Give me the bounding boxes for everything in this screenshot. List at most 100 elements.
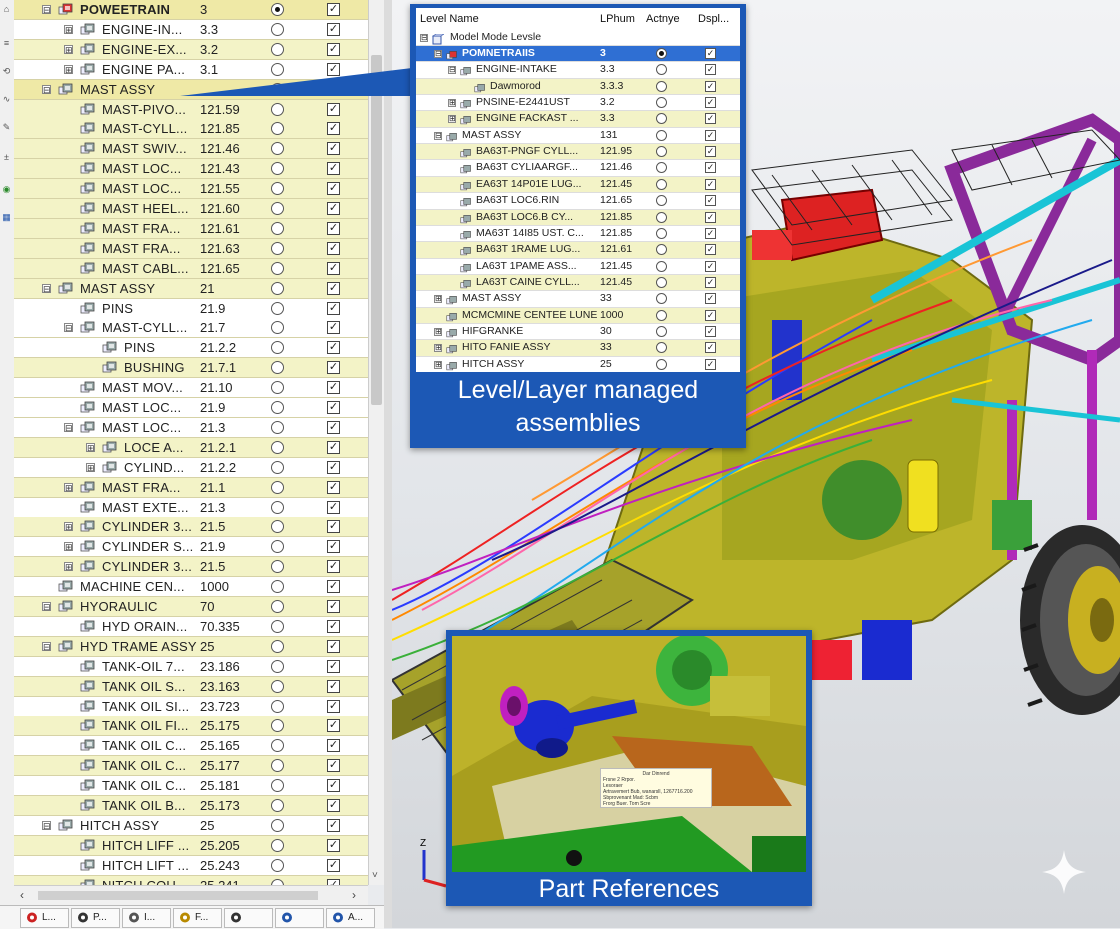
active-radio[interactable] bbox=[656, 146, 667, 158]
active-radio[interactable] bbox=[656, 342, 667, 354]
display-checkbox[interactable]: ✓ bbox=[705, 276, 716, 288]
active-radio[interactable] bbox=[656, 325, 667, 337]
part-tooltip: Dar Dinrend Frsne 2 Rrpor. Lesoraer Artr… bbox=[600, 768, 712, 808]
part-icon bbox=[446, 130, 458, 141]
active-radio[interactable] bbox=[656, 129, 667, 141]
part-icon bbox=[460, 146, 472, 158]
column-header-display[interactable]: Dspl... bbox=[698, 8, 729, 30]
display-checkbox[interactable]: ✓ bbox=[705, 146, 716, 158]
table-row[interactable]: ⊟ ENGINE-INTAKE 3.3 ✓ bbox=[416, 62, 740, 79]
active-radio[interactable] bbox=[656, 64, 667, 76]
active-radio[interactable] bbox=[656, 244, 667, 256]
active-radio[interactable] bbox=[656, 358, 667, 370]
table-row[interactable]: ⊞ MAST ASSY 33 ✓ bbox=[416, 291, 740, 308]
active-radio[interactable] bbox=[656, 309, 667, 321]
display-checkbox[interactable]: ✓ bbox=[705, 211, 716, 223]
part-icon bbox=[460, 179, 472, 190]
collapse-icon[interactable]: ⊟ bbox=[448, 66, 456, 75]
display-checkbox[interactable]: ✓ bbox=[705, 342, 716, 354]
display-checkbox[interactable]: ✓ bbox=[705, 358, 716, 370]
table-row[interactable]: ⊞ ENGINE FACKAST ... 3.3 ✓ bbox=[416, 111, 740, 128]
level-name: ENGINE-INTAKE bbox=[476, 63, 557, 76]
expand-icon[interactable]: ⊞ bbox=[434, 327, 442, 336]
column-header-name[interactable]: Level Name bbox=[420, 8, 479, 30]
level-name: BA63T 1RAME LUG... bbox=[476, 243, 581, 256]
table-row[interactable]: ⊞ PNSINE-E2441UST 3.2 ✓ bbox=[416, 95, 740, 112]
level-name: BA63T CYLIAARGF... bbox=[476, 161, 578, 174]
table-row[interactable]: ⊞ HIFGRANKE 30 ✓ bbox=[416, 323, 740, 341]
table-root-row[interactable]: ⊟ Model Mode Levsle bbox=[416, 30, 740, 47]
table-row[interactable]: LA63T 1PAME ASS... 121.45 ✓ bbox=[416, 258, 740, 275]
level-name: BA63T LOC6.B CY... bbox=[476, 210, 574, 223]
part-icon bbox=[460, 228, 472, 240]
display-checkbox[interactable]: ✓ bbox=[705, 195, 716, 207]
active-radio[interactable] bbox=[656, 80, 667, 92]
expand-icon[interactable]: ⊞ bbox=[434, 295, 442, 304]
collapse-icon[interactable]: ⊟ bbox=[434, 50, 442, 58]
display-checkbox[interactable]: ✓ bbox=[705, 325, 716, 337]
table-row[interactable]: BA63T 1RAME LUG... 121.61 ✓ bbox=[416, 242, 740, 259]
table-row[interactable]: ⊟ MAST ASSY 131 ✓ bbox=[416, 127, 740, 145]
part-icon bbox=[460, 261, 472, 272]
level-number: 3.3 bbox=[600, 112, 615, 125]
table-row[interactable]: LA63T CAINE CYLL... 121.45 ✓ bbox=[416, 274, 740, 292]
level-name: LA63T 1PAME ASS... bbox=[476, 259, 577, 272]
active-radio[interactable] bbox=[656, 195, 667, 207]
display-checkbox[interactable]: ✓ bbox=[705, 162, 716, 174]
active-radio[interactable] bbox=[656, 276, 667, 288]
active-radio[interactable] bbox=[656, 113, 667, 125]
active-radio[interactable] bbox=[656, 97, 667, 109]
display-checkbox[interactable]: ✓ bbox=[705, 260, 716, 272]
part-icon bbox=[460, 113, 472, 125]
active-radio[interactable] bbox=[656, 293, 667, 305]
expand-icon[interactable]: ⊞ bbox=[434, 344, 442, 353]
table-root-label: Model Mode Levsle bbox=[450, 31, 542, 43]
display-checkbox[interactable]: ✓ bbox=[705, 129, 716, 141]
level-number: 33 bbox=[600, 292, 612, 305]
level-number: 30 bbox=[600, 324, 612, 337]
active-radio[interactable] bbox=[656, 260, 667, 272]
expand-icon[interactable]: ⊞ bbox=[434, 360, 442, 369]
part-icon bbox=[460, 97, 472, 109]
collapse-icon[interactable]: ⊟ bbox=[420, 34, 428, 42]
display-checkbox[interactable]: ✓ bbox=[705, 244, 716, 256]
display-checkbox[interactable]: ✓ bbox=[705, 113, 716, 125]
table-row[interactable]: MA63T 14I85 UST. C... 121.85 ✓ bbox=[416, 225, 740, 243]
table-row[interactable]: ⊞ HITO FANIE ASSY 33 ✓ bbox=[416, 340, 740, 357]
part-references-caption: Part References bbox=[538, 875, 720, 903]
table-row[interactable]: BA63T LOC6.B CY... 121.85 ✓ bbox=[416, 209, 740, 226]
display-checkbox[interactable]: ✓ bbox=[705, 293, 716, 305]
collapse-icon[interactable]: ⊟ bbox=[434, 131, 442, 140]
table-row[interactable]: Dawmorod 3.3.3 ✓ bbox=[416, 78, 740, 96]
display-checkbox[interactable]: ✓ bbox=[705, 64, 716, 76]
level-name: MAST ASSY bbox=[462, 292, 522, 305]
table-row[interactable]: BA63T LOC6.RIN 121.65 ✓ bbox=[416, 193, 740, 210]
table-row[interactable]: BA63T CYLIAARGF... 121.46 ✓ bbox=[416, 160, 740, 177]
table-row[interactable]: ⊟ POMNETRAIIS 3 ✓ bbox=[416, 46, 740, 63]
column-header-number[interactable]: LPhum bbox=[600, 8, 635, 30]
active-radio[interactable] bbox=[656, 227, 667, 239]
display-checkbox[interactable]: ✓ bbox=[705, 80, 716, 92]
table-row[interactable]: BA63T-PNGF CYLL... 121.95 ✓ bbox=[416, 144, 740, 161]
callout-caption: Level/Layer managed assemblies bbox=[457, 376, 699, 437]
part-icon bbox=[460, 64, 472, 76]
table-row[interactable]: ⊞ HITCH ASSY 25 ✓ bbox=[416, 356, 740, 372]
display-checkbox[interactable]: ✓ bbox=[705, 178, 716, 190]
active-radio[interactable] bbox=[656, 48, 667, 59]
table-row[interactable]: EA63T 14P01E LUG... 121.45 ✓ bbox=[416, 176, 740, 194]
table-row[interactable]: MCMCMINE CENTEE LUNE 1000 ✓ bbox=[416, 307, 740, 324]
display-checkbox[interactable]: ✓ bbox=[705, 227, 716, 239]
active-radio[interactable] bbox=[656, 178, 667, 190]
display-checkbox[interactable]: ✓ bbox=[705, 97, 716, 109]
part-detail-image: Dar Dinrend Frsne 2 Rrpor. Lesoraer Artr… bbox=[452, 636, 806, 872]
expand-icon[interactable]: ⊞ bbox=[448, 115, 456, 124]
level-name: BA63T LOC6.RIN bbox=[476, 194, 560, 207]
display-checkbox[interactable]: ✓ bbox=[705, 48, 716, 59]
display-checkbox[interactable]: ✓ bbox=[705, 309, 716, 321]
active-radio[interactable] bbox=[656, 211, 667, 223]
expand-icon[interactable]: ⊞ bbox=[448, 99, 456, 108]
level-table-zoom: Level Name LPhum Actnye Dspl... ⊟ Model … bbox=[416, 8, 740, 372]
column-header-active[interactable]: Actnye bbox=[646, 8, 680, 30]
active-radio[interactable] bbox=[656, 162, 667, 174]
level-number: 121.45 bbox=[600, 259, 633, 272]
